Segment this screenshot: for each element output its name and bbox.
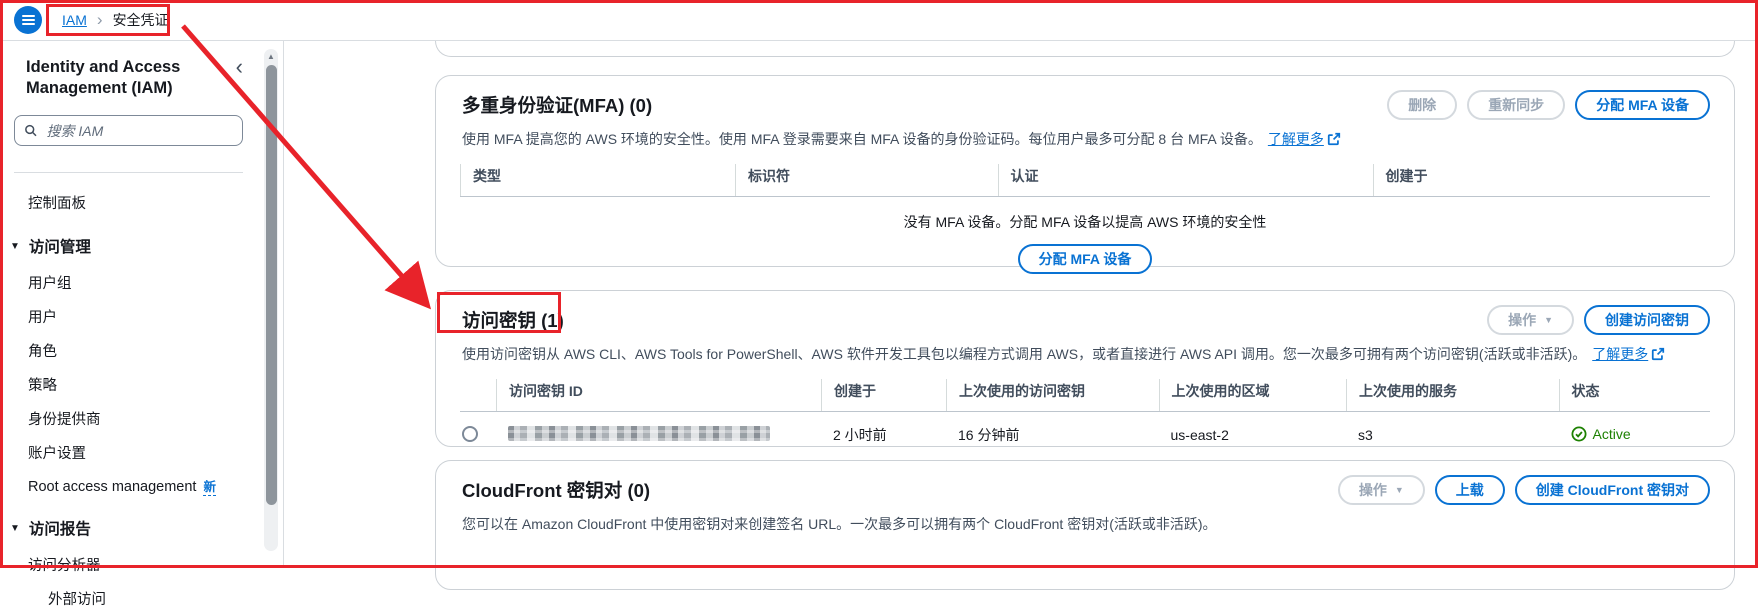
breadcrumb: IAM › 安全凭证 <box>62 10 169 30</box>
access-keys-col-status: 状态 <box>1559 379 1711 411</box>
learn-more-label: 了解更多 <box>1592 346 1648 362</box>
assign-mfa-device-empty-button[interactable]: 分配 MFA 设备 <box>1018 244 1153 274</box>
create-access-key-button[interactable]: 创建访问密钥 <box>1584 305 1710 335</box>
sidebar-item-roles[interactable]: 角色 <box>14 333 243 367</box>
access-key-row: 2 小时前 16 分钟前 us-east-2 s3 Active <box>460 412 1710 445</box>
sidebar-item-label: Root access management <box>28 479 196 495</box>
access-keys-col-last-used-service: 上次使用的服务 <box>1346 379 1559 411</box>
scrollbar-thumb[interactable] <box>266 65 277 505</box>
sidebar-divider <box>14 172 243 173</box>
upload-cloudfront-key-button[interactable]: 上载 <box>1435 475 1505 505</box>
menu-button[interactable] <box>14 6 42 34</box>
triangle-down-icon: ▼ <box>10 241 20 252</box>
access-keys-card: 访问密钥 (1) 操作 ▼ 创建访问密钥 使用访问密钥从 AWS CLI、AWS … <box>435 290 1735 447</box>
mfa-empty-text: 没有 MFA 设备。分配 MFA 设备以提高 AWS 环境的安全性 <box>460 212 1710 232</box>
learn-more-label: 了解更多 <box>1268 131 1324 147</box>
access-keys-title: 访问密钥 (1) <box>460 307 564 333</box>
access-keys-table-header: 访问密钥 ID 创建于 上次使用的访问密钥 上次使用的区域 上次使用的服务 状态 <box>460 379 1710 412</box>
cloudfront-actions-button[interactable]: 操作 ▼ <box>1338 475 1425 505</box>
status-badge: Active <box>1571 426 1631 442</box>
mfa-card: 多重身份验证(MFA) (0) 删除 重新同步 分配 MFA 设备 使用 MFA… <box>435 75 1735 267</box>
mfa-description-text: 使用 MFA 提高您的 AWS 环境的安全性。使用 MFA 登录需要来自 MFA… <box>462 131 1262 147</box>
sidebar-section-access-reports[interactable]: ▼ 访问报告 <box>10 511 243 545</box>
sidebar-scrollbar[interactable]: ▲ <box>264 49 278 551</box>
check-circle-icon <box>1571 426 1587 442</box>
triangle-down-icon: ▼ <box>10 523 20 534</box>
access-keys-description: 使用访问密钥从 AWS CLI、AWS Tools for PowerShell… <box>460 344 1710 364</box>
access-keys-description-text: 使用访问密钥从 AWS CLI、AWS Tools for PowerShell… <box>462 346 1586 362</box>
sidebar-item-root-access-management[interactable]: Root access management 新 <box>14 469 243 501</box>
access-keys-col-last-used-key: 上次使用的访问密钥 <box>946 379 1159 411</box>
sidebar-item-external-access[interactable]: 外部访问 <box>14 581 243 615</box>
mfa-col-type: 类型 <box>460 164 735 196</box>
mfa-table-header: 类型 标识符 认证 创建于 <box>460 164 1710 197</box>
mfa-description: 使用 MFA 提高您的 AWS 环境的安全性。使用 MFA 登录需要来自 MFA… <box>460 129 1710 149</box>
search-icon <box>24 123 38 138</box>
access-key-id-redacted <box>508 426 770 441</box>
sidebar-item-users[interactable]: 用户 <box>14 299 243 333</box>
sidebar-item-dashboard[interactable]: 控制面板 <box>14 185 243 219</box>
breadcrumb-current-page: 安全凭证 <box>113 10 169 30</box>
sidebar-item-identity-providers[interactable]: 身份提供商 <box>14 401 243 435</box>
create-cloudfront-key-pair-button[interactable]: 创建 CloudFront 密钥对 <box>1515 475 1710 505</box>
access-keys-actions-button[interactable]: 操作 ▼ <box>1487 305 1574 335</box>
access-keys-learn-more-link[interactable]: 了解更多 <box>1592 346 1665 362</box>
sidebar-item-access-analyzer[interactable]: 访问分析器 <box>14 547 243 581</box>
mfa-col-identifier: 标识符 <box>735 164 998 196</box>
caret-down-icon: ▼ <box>1395 486 1404 495</box>
sidebar-item-policies[interactable]: 策略 <box>14 367 243 401</box>
mfa-col-created: 创建于 <box>1373 164 1711 196</box>
external-link-icon <box>1651 347 1665 361</box>
scroll-up-arrow-icon[interactable]: ▲ <box>267 52 275 62</box>
sidebar-section-access-management[interactable]: ▼ 访问管理 <box>10 229 243 263</box>
sidebar-section-label: 访问报告 <box>29 517 91 539</box>
sidebar-item-user-groups[interactable]: 用户组 <box>14 265 243 299</box>
collapse-sidebar-icon[interactable]: ‹ <box>236 57 243 77</box>
access-key-last-used: 16 分钟前 <box>946 425 1159 445</box>
cloudfront-description: 您可以在 Amazon CloudFront 中使用密钥对来创建签名 URL。一… <box>460 514 1710 534</box>
mfa-learn-more-link[interactable]: 了解更多 <box>1268 131 1341 147</box>
sidebar-nav: 控制面板 ▼ 访问管理 用户组 用户 角色 策略 身份提供商 账户设置 Root… <box>14 185 243 615</box>
mfa-card-title: 多重身份验证(MFA) (0) <box>460 92 652 118</box>
access-keys-col-last-used-region: 上次使用的区域 <box>1159 379 1347 411</box>
sidebar-section-label: 访问管理 <box>29 235 91 257</box>
access-key-created: 2 小时前 <box>821 425 946 445</box>
sidebar-search <box>14 115 243 146</box>
access-keys-col-created: 创建于 <box>821 379 946 411</box>
top-navigation-bar: IAM › 安全凭证 <box>0 0 1758 41</box>
mfa-col-certification: 认证 <box>998 164 1373 196</box>
actions-label: 操作 <box>1359 480 1387 500</box>
sidebar-item-account-settings[interactable]: 账户设置 <box>14 435 243 469</box>
breadcrumb-iam-link[interactable]: IAM <box>62 12 87 28</box>
hamburger-icon <box>22 19 35 21</box>
delete-mfa-button[interactable]: 删除 <box>1387 90 1457 120</box>
actions-label: 操作 <box>1508 310 1536 330</box>
cloudfront-card: CloudFront 密钥对 (0) 操作 ▼ 上载 创建 CloudFront … <box>435 460 1735 590</box>
caret-down-icon: ▼ <box>1544 316 1553 325</box>
cloudfront-title: CloudFront 密钥对 (0) <box>460 477 650 503</box>
external-link-icon <box>1327 132 1341 146</box>
chevron-right-icon: › <box>97 13 103 27</box>
access-keys-col-id: 访问密钥 ID <box>496 379 821 411</box>
status-label: Active <box>1593 426 1631 442</box>
resync-mfa-button[interactable]: 重新同步 <box>1467 90 1565 120</box>
access-key-radio[interactable] <box>462 426 478 442</box>
access-key-service: s3 <box>1346 427 1559 443</box>
sidebar-title: Identity and Access Management (IAM) <box>26 57 211 99</box>
assign-mfa-device-button[interactable]: 分配 MFA 设备 <box>1575 90 1710 120</box>
access-keys-col-select <box>460 379 496 411</box>
search-input[interactable] <box>45 122 234 140</box>
access-key-region: us-east-2 <box>1159 427 1347 443</box>
new-badge: 新 <box>203 480 216 496</box>
sidebar: Identity and Access Management (IAM) ‹ 控… <box>0 41 284 568</box>
